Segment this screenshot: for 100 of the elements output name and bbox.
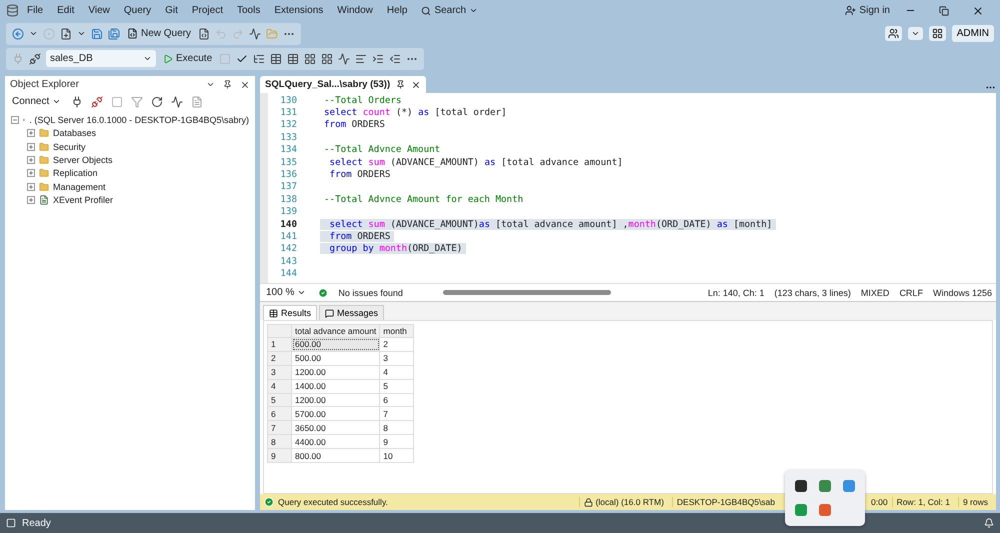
dropdown-icon[interactable]: [910, 29, 920, 38]
table-cell[interactable]: 8: [380, 420, 414, 435]
pin-icon[interactable]: [396, 80, 406, 89]
tree-item-label[interactable]: Security: [53, 142, 86, 152]
folder-icon: [39, 142, 49, 152]
tree-item-label[interactable]: Server Objects: [53, 155, 113, 166]
activity-icon[interactable]: [171, 96, 184, 108]
zoom-dropdown[interactable]: 100 %: [264, 286, 308, 299]
line-number: 144: [279, 268, 298, 280]
chart-icon[interactable]: [338, 52, 350, 64]
table-cell[interactable]: 600.00: [292, 338, 380, 352]
pin-icon[interactable]: [223, 80, 232, 89]
refresh-icon[interactable]: [151, 96, 164, 108]
disconnect-icon[interactable]: [91, 96, 104, 108]
status-icon: [6, 518, 16, 528]
notification-icon[interactable]: [984, 518, 994, 528]
status-text: Ready: [22, 518, 51, 528]
layout-icon[interactable]: [932, 28, 943, 39]
check-icon[interactable]: [236, 52, 248, 64]
tray-app-icon[interactable]: [795, 480, 807, 492]
expand-icon[interactable]: [27, 196, 35, 204]
outdent-icon[interactable]: [389, 52, 402, 64]
shield-icon[interactable]: [795, 504, 807, 516]
menu-item[interactable]: Git: [159, 3, 184, 18]
table-cell[interactable]: 3650.00: [292, 420, 380, 435]
expand-icon[interactable]: [27, 156, 35, 164]
table-cell[interactable]: 1200.00: [292, 365, 380, 380]
table-icon[interactable]: [287, 52, 300, 64]
dropdown-icon[interactable]: [29, 29, 38, 38]
grid-icon[interactable]: [321, 52, 334, 64]
menu-item[interactable]: File: [21, 3, 50, 18]
table-cell[interactable]: 3: [380, 351, 414, 366]
expand-icon[interactable]: [27, 182, 35, 191]
document-tab[interactable]: SQLQuery_Sal...\sabry (53)): [260, 76, 426, 93]
align-icon[interactable]: [355, 52, 368, 64]
table-cell[interactable]: 4: [380, 365, 414, 380]
dropdown-icon[interactable]: [77, 29, 86, 38]
row-number: 3: [268, 365, 292, 380]
dropdown-icon[interactable]: [206, 80, 215, 89]
whitespace-mode: MIXED: [860, 288, 890, 298]
expand-icon[interactable]: [27, 169, 35, 178]
plan-icon[interactable]: [253, 52, 266, 64]
folder-icon: [39, 155, 49, 166]
table-cell[interactable]: 800.00: [292, 448, 380, 463]
table-cell[interactable]: 7: [380, 406, 414, 421]
plug-icon[interactable]: [71, 96, 84, 108]
tree-item-label[interactable]: Management: [53, 182, 106, 192]
query-file-icon[interactable]: [198, 28, 210, 40]
search-button[interactable]: Search: [415, 3, 484, 18]
folder-icon: [39, 128, 49, 138]
table-cell[interactable]: 4400.00: [292, 434, 380, 449]
menu-item[interactable]: View: [82, 3, 116, 18]
new-query-button[interactable]: New Query: [125, 27, 194, 40]
users-icon[interactable]: [888, 28, 899, 39]
admin-button[interactable]: ADMIN: [952, 25, 994, 42]
expand-icon[interactable]: [27, 142, 35, 151]
table-cell[interactable]: 1200.00: [292, 393, 380, 407]
menu-item[interactable]: Window: [331, 3, 379, 18]
results-tab[interactable]: Messages: [319, 305, 384, 320]
database-dropdown[interactable]: sales_DB: [46, 50, 156, 67]
table-icon[interactable]: [270, 52, 282, 64]
change-connection-icon[interactable]: [29, 52, 41, 64]
menu-item[interactable]: Help: [380, 3, 414, 18]
restore-icon[interactable]: [939, 6, 949, 16]
line-number: 142: [279, 243, 298, 254]
tree-item-label[interactable]: Databases: [53, 128, 96, 138]
results-tab[interactable]: Results: [263, 305, 318, 320]
table-cell[interactable]: 5: [380, 379, 414, 394]
tree-item-label[interactable]: . (SQL Server 16.0.1000 - DESKTOP-1GB4BQ5\sabry): [29, 115, 249, 126]
menu-item[interactable]: Extensions: [268, 3, 330, 18]
indent-icon[interactable]: [372, 52, 384, 64]
table-cell[interactable]: 10: [380, 448, 414, 463]
expand-icon[interactable]: [27, 129, 35, 138]
table-cell[interactable]: 5700.00: [292, 406, 380, 421]
table-cell[interactable]: 2: [380, 338, 414, 352]
tree-item-label[interactable]: Replication: [53, 168, 98, 178]
save-all-icon[interactable]: [108, 28, 120, 40]
table-cell[interactable]: 500.00: [292, 351, 380, 366]
new-file-icon[interactable]: [60, 28, 72, 40]
menu-item[interactable]: Project: [186, 3, 229, 18]
collapse-icon[interactable]: [11, 116, 19, 124]
activity-monitor-icon[interactable]: [249, 28, 262, 40]
close-icon[interactable]: [411, 80, 422, 90]
close-icon[interactable]: [240, 80, 250, 90]
menu-item[interactable]: Query: [118, 3, 158, 18]
scrollbar-thumb[interactable]: [442, 290, 611, 295]
menu-item[interactable]: Edit: [51, 3, 80, 18]
play-icon: [163, 54, 173, 64]
menu-item[interactable]: Tools: [231, 3, 266, 18]
table-cell[interactable]: 1400.00: [292, 379, 380, 394]
back-icon[interactable]: [12, 28, 24, 40]
sign-in-button[interactable]: Sign in: [843, 4, 892, 17]
tree-item-label[interactable]: XEvent Profiler: [53, 194, 114, 205]
grid-icon[interactable]: [304, 52, 316, 64]
table-cell[interactable]: 6: [380, 393, 414, 407]
connect-button[interactable]: Connect: [10, 95, 64, 108]
save-icon[interactable]: [91, 28, 103, 40]
close-icon[interactable]: [972, 4, 984, 16]
table-cell[interactable]: 9: [380, 434, 414, 449]
execute-button[interactable]: Execute: [161, 52, 214, 65]
